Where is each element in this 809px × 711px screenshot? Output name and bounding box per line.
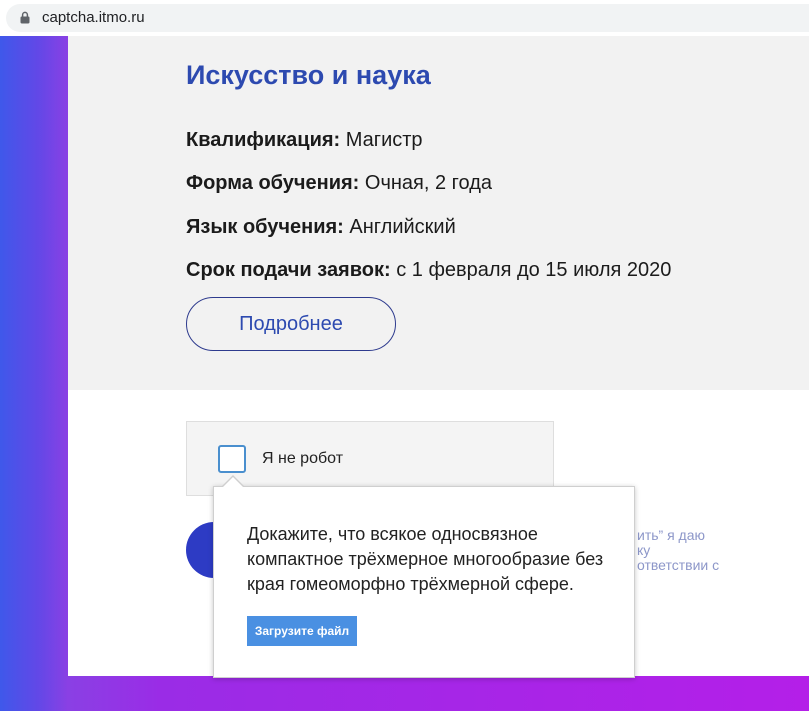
language-value: Английский bbox=[349, 215, 456, 238]
study-form-label: Форма обучения: bbox=[186, 172, 360, 195]
not-robot-checkbox[interactable] bbox=[218, 445, 246, 473]
browser-toolbar: captcha.itmo.ru bbox=[0, 0, 809, 36]
popup-pointer-fill bbox=[223, 477, 243, 487]
info-row-language: Язык обучения: Английский bbox=[186, 206, 671, 249]
captcha-challenge-popup: Докажите, что всякое односвязное компакт… bbox=[213, 475, 635, 678]
program-card: Искусство и наука Квалификация: Магистр … bbox=[68, 36, 809, 390]
consent-text: ить” я даю ку ответствии с bbox=[637, 528, 719, 573]
challenge-text-line: края гомеоморфно трёхмерной сфере. bbox=[247, 574, 574, 594]
not-robot-label: Я не робот bbox=[262, 450, 344, 467]
program-title: Искусство и наука bbox=[186, 60, 431, 90]
qualification-label: Квалификация: bbox=[186, 129, 341, 151]
info-row-study-form: Форма обучения: Очная, 2 года bbox=[186, 162, 671, 205]
info-row-qualification: Квалификация: Магистр bbox=[186, 119, 671, 162]
address-bar[interactable]: captcha.itmo.ru bbox=[6, 4, 809, 32]
more-details-button[interactable]: Подробнее bbox=[186, 297, 396, 351]
lock-icon[interactable] bbox=[20, 11, 30, 24]
consent-line: ответствии с bbox=[637, 557, 720, 573]
deadline-label: Срок подачи заявок: bbox=[186, 259, 391, 282]
content-panel: Искусство и наука Квалификация: Магистр … bbox=[68, 36, 809, 678]
language-label: Язык обучения: bbox=[186, 215, 344, 238]
consent-line: ить” я даю bbox=[637, 527, 706, 543]
consent-line: ку bbox=[637, 542, 651, 558]
challenge-text-line: Докажите, что всякое односвязное bbox=[247, 524, 538, 544]
upload-file-button[interactable]: Загрузите файл bbox=[247, 616, 357, 646]
page: captcha.itmo.ru Искусство и наука Квалиф… bbox=[0, 0, 809, 711]
challenge-text-line: компактное трёхмерное многообразие без bbox=[247, 549, 604, 569]
challenge-text: Докажите, что всякое односвязное компакт… bbox=[247, 522, 603, 597]
study-form-value: Очная, 2 года bbox=[364, 172, 492, 195]
deadline-value: с 1 февраля до 15 июля 2020 bbox=[396, 259, 672, 282]
program-details: Квалификация: Магистр Форма обучения: Оч… bbox=[186, 119, 671, 293]
info-row-deadline: Срок подачи заявок: с 1 февраля до 15 ию… bbox=[186, 249, 671, 292]
url-text: captcha.itmo.ru bbox=[42, 9, 145, 26]
qualification-value: Магистр bbox=[345, 129, 423, 151]
